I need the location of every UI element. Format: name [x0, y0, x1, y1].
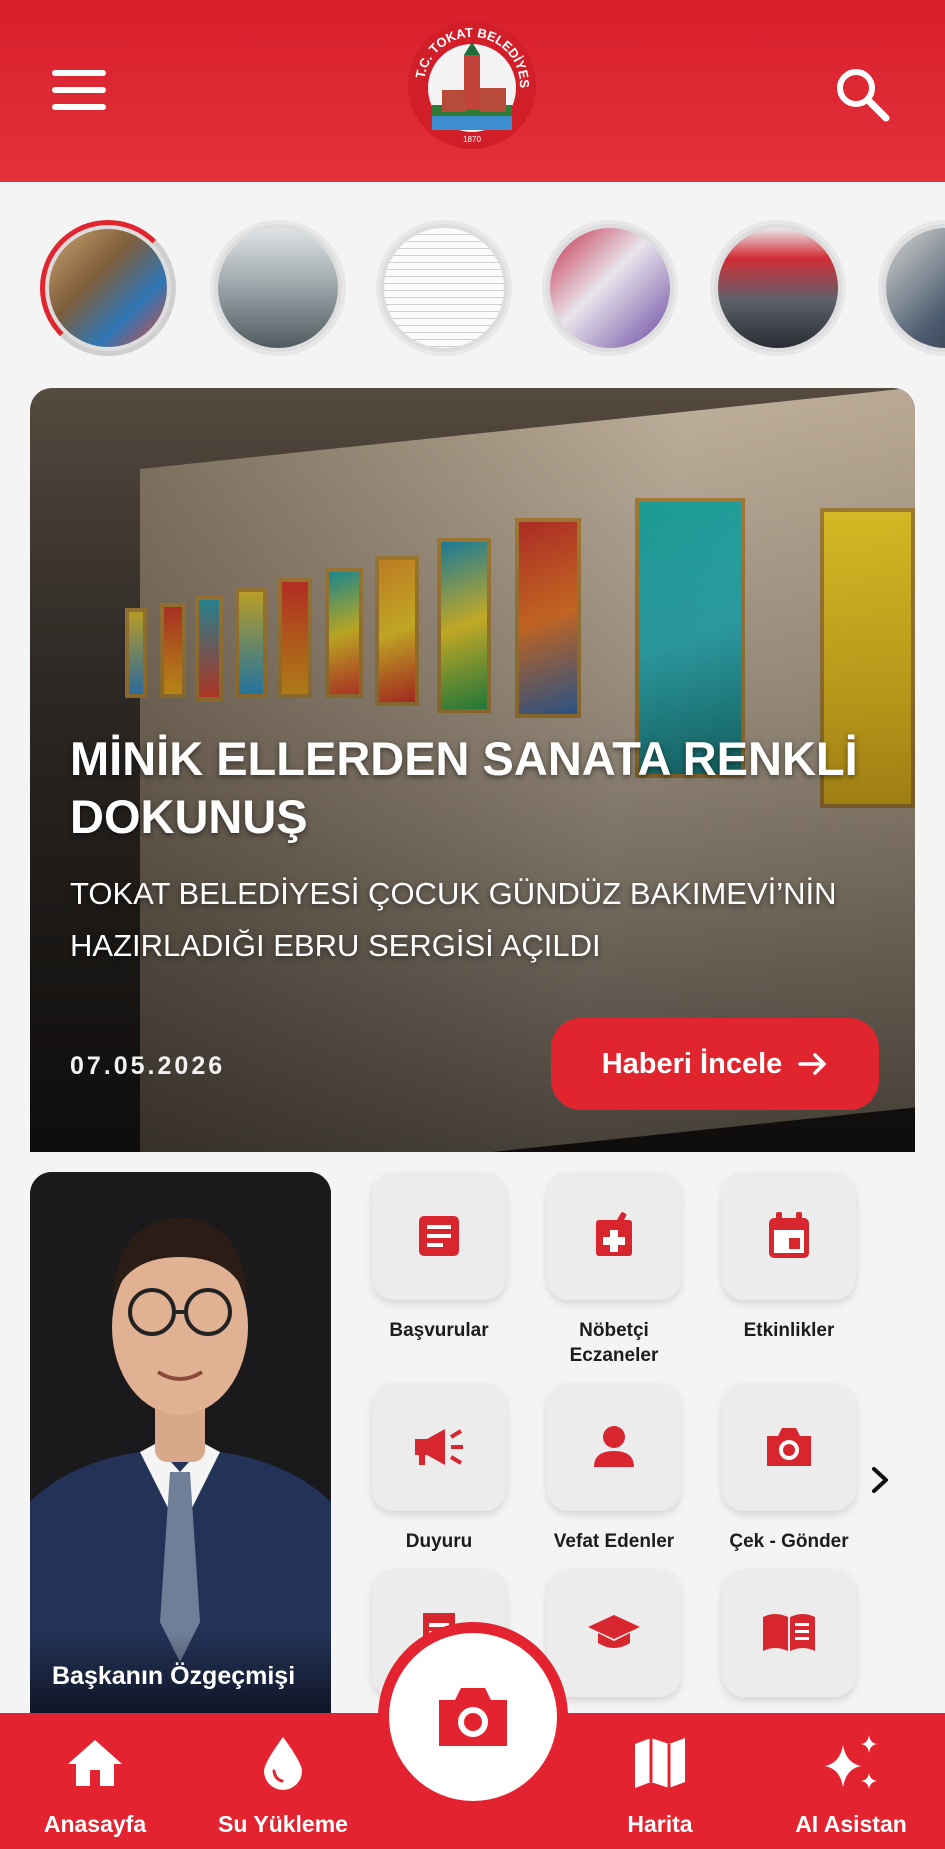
- person-icon: [594, 1426, 634, 1467]
- grid-item-events[interactable]: Etkinlikler: [722, 1172, 856, 1343]
- grid-item-snap-send[interactable]: Çek - Gönder: [722, 1383, 856, 1554]
- read-news-button[interactable]: Haberi İncele: [551, 1018, 879, 1110]
- logo-year: 1870: [463, 135, 481, 144]
- grid-item-obituaries[interactable]: Vefat Edenler: [547, 1383, 681, 1554]
- arrow-right-icon: [798, 1053, 827, 1075]
- mayor-photo: [30, 1172, 331, 1732]
- grid-item-9[interactable]: [722, 1569, 856, 1697]
- grid-item-label: Etkinlikler: [743, 1320, 835, 1341]
- story-3[interactable]: [376, 220, 512, 356]
- graduation-cap-icon: [588, 1615, 640, 1648]
- sparkles-icon: [825, 1735, 877, 1789]
- camera-fab-button[interactable]: [378, 1622, 568, 1812]
- search-icon[interactable]: [830, 62, 894, 126]
- tokat-municipality-logo[interactable]: T.C. TOKAT BELEDİYESİ 1870: [400, 0, 542, 160]
- read-news-button-label: Haberi İncele: [601, 1047, 783, 1080]
- mayor-biography-card[interactable]: Başkanın Özgeçmişi: [30, 1172, 331, 1732]
- megaphone-icon: [415, 1429, 463, 1465]
- story-5[interactable]: [710, 220, 846, 356]
- calendar-icon: [769, 1212, 809, 1258]
- camera-icon: [767, 1428, 811, 1466]
- document-icon: [419, 1216, 459, 1256]
- story-2[interactable]: [210, 220, 346, 356]
- hero-title: MİNİK ELLERDEN SANATA RENKLİ DOKUNUŞ: [70, 732, 858, 843]
- pharmacy-icon: [596, 1212, 632, 1256]
- grid-item-label: Başvurular: [389, 1320, 489, 1341]
- story-6[interactable]: [878, 220, 945, 356]
- grid-item-label: Duyuru: [405, 1531, 473, 1552]
- stories-strip: [0, 200, 945, 370]
- book-icon: [763, 1614, 815, 1651]
- grid-item-label: Çek - Gönder: [729, 1531, 849, 1552]
- nav-ai-assistant[interactable]: AI Asistan: [776, 1713, 926, 1849]
- grid-next-chevron-icon[interactable]: [860, 1460, 900, 1500]
- grid-item-announcements[interactable]: Duyuru: [372, 1383, 506, 1554]
- home-icon: [68, 1740, 122, 1786]
- nav-ai-assistant-label: AI Asistan: [795, 1811, 907, 1837]
- nav-home[interactable]: Anasayfa: [30, 1713, 160, 1849]
- grid-item-label: Vefat Edenler: [553, 1531, 675, 1552]
- nav-water-topup-label: Su Yükleme: [218, 1811, 348, 1837]
- grid-item-pharmacies[interactable]: Nöbetçi Eczaneler: [547, 1172, 681, 1368]
- nav-home-label: Anasayfa: [43, 1811, 147, 1837]
- grid-item-applications[interactable]: Başvurular: [372, 1172, 506, 1343]
- featured-news-card[interactable]: MİNİK ELLERDEN SANATA RENKLİ DOKUNUŞ TOK…: [30, 388, 915, 1152]
- camera-icon: [439, 1688, 507, 1746]
- hero-date: 07.05.2026: [70, 1052, 226, 1080]
- app-header: T.C. TOKAT BELEDİYESİ 1870: [0, 0, 945, 182]
- nav-map[interactable]: Harita: [600, 1713, 720, 1849]
- hamburger-menu-icon[interactable]: [52, 70, 112, 120]
- nav-water-topup[interactable]: Su Yükleme: [208, 1713, 358, 1849]
- story-4[interactable]: [542, 220, 678, 356]
- grid-item-8[interactable]: [547, 1569, 681, 1697]
- nav-map-label: Harita: [627, 1811, 693, 1837]
- grid-item-label: Nöbetçi Eczaneler: [569, 1320, 659, 1366]
- map-icon: [635, 1738, 685, 1788]
- water-drop-icon: [264, 1737, 302, 1790]
- mayor-biography-label: Başkanın Özgeçmişi: [52, 1662, 296, 1690]
- story-1[interactable]: [40, 220, 176, 356]
- hero-subtitle: TOKAT BELEDİYESİ ÇOCUK GÜNDÜZ BAKIMEVİ’N…: [70, 876, 837, 963]
